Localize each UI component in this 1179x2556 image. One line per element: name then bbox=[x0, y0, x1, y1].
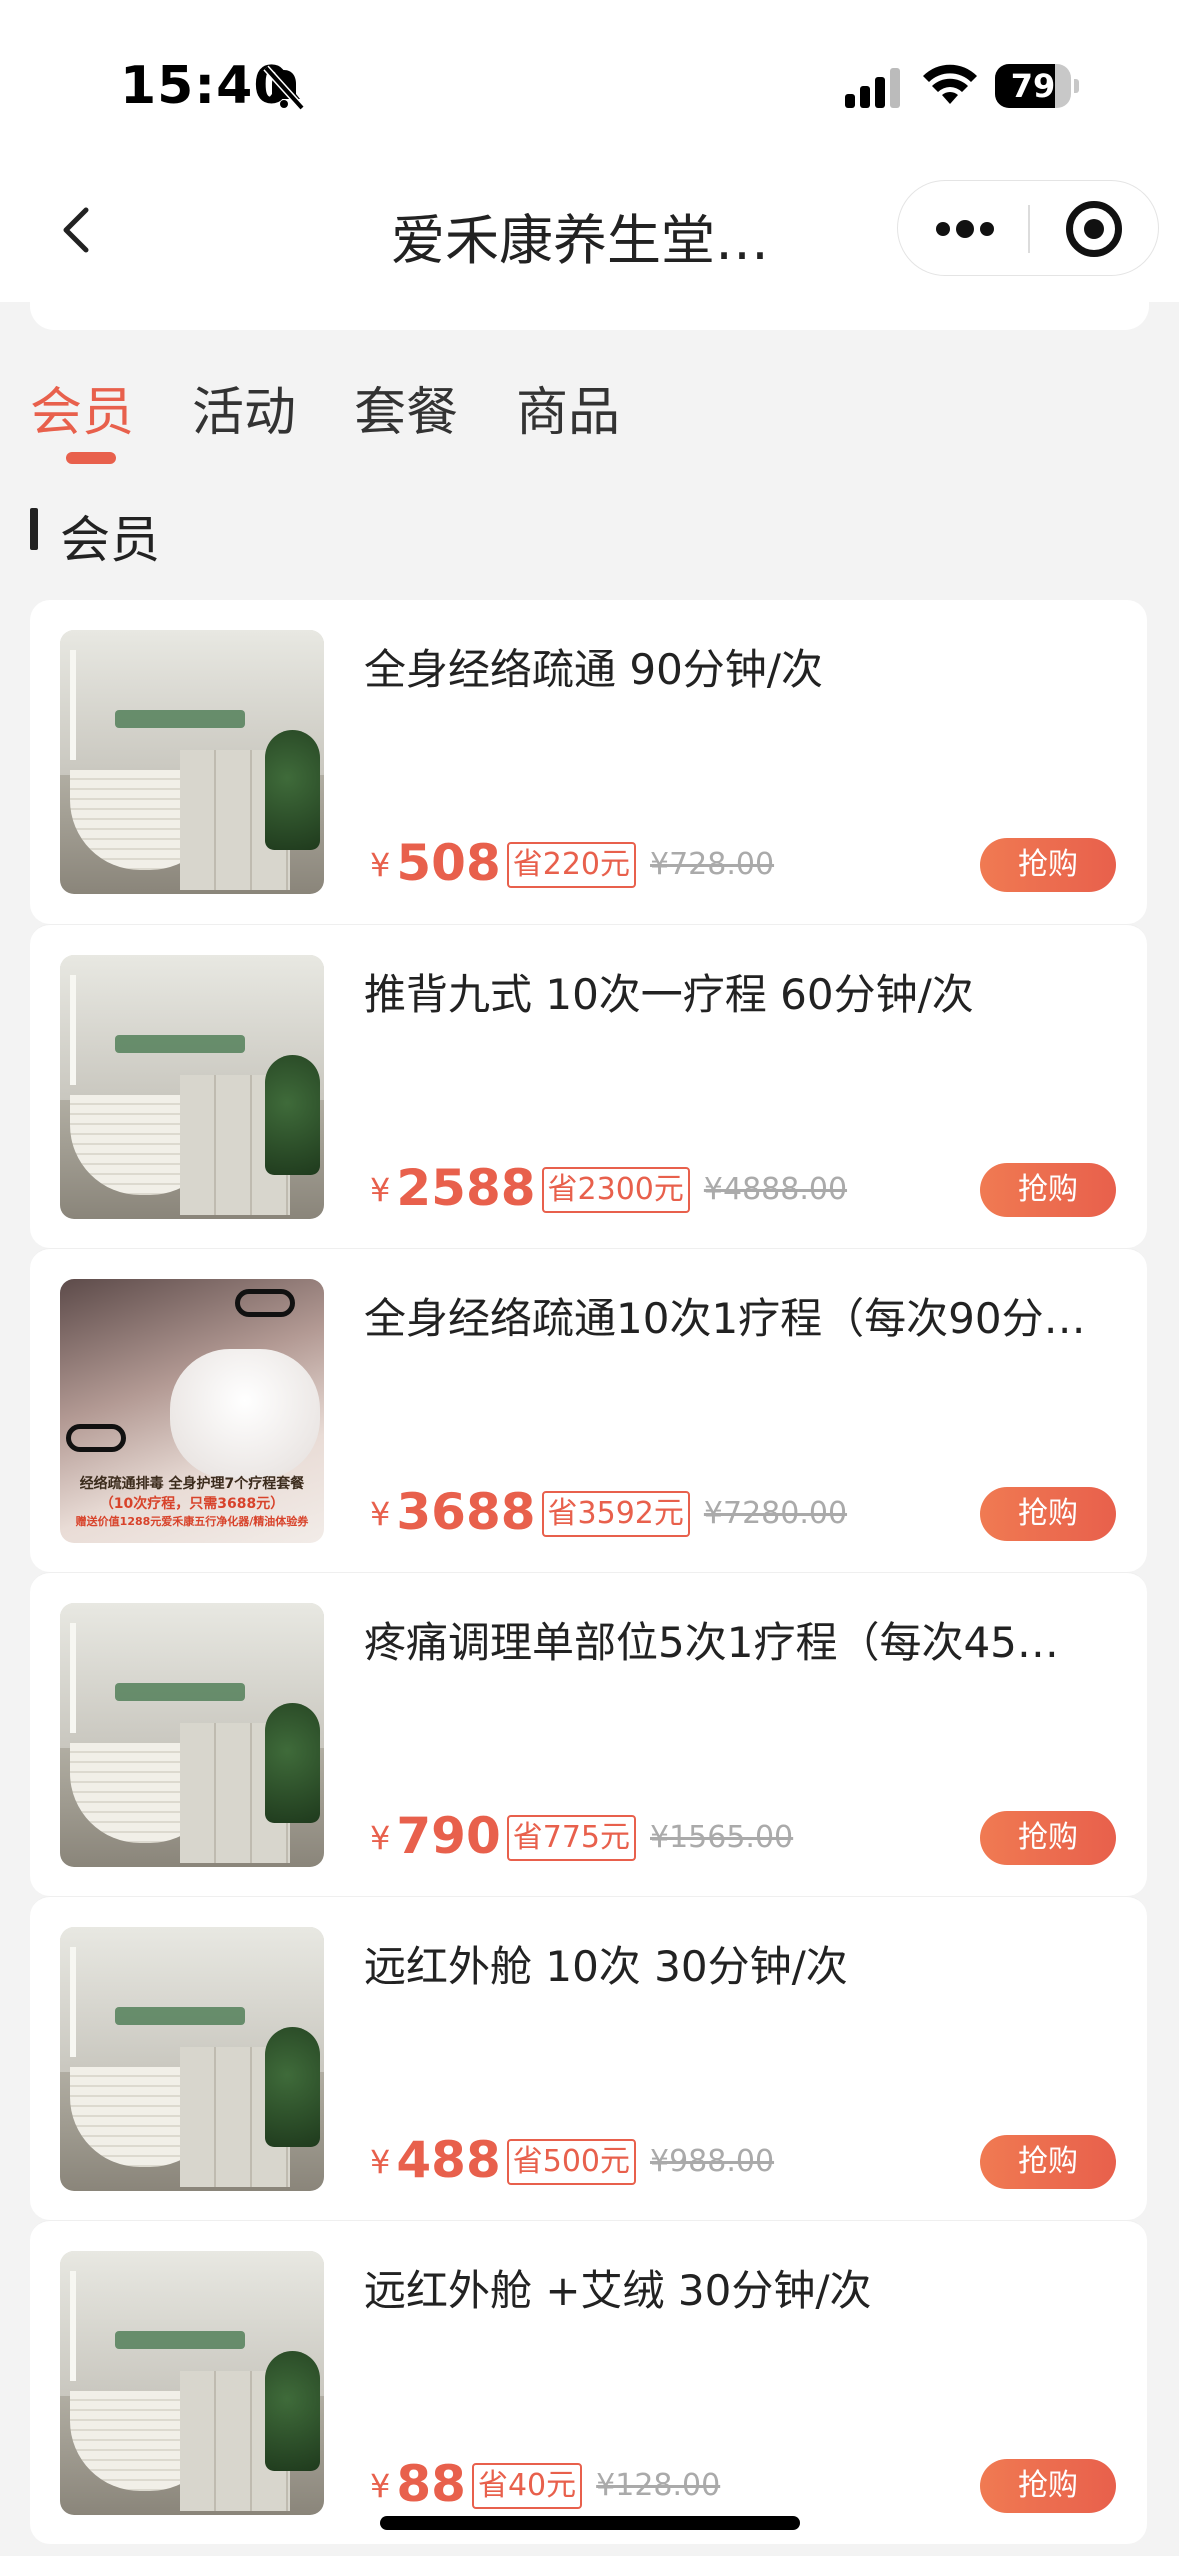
price-row: ¥ 488 省500元 ¥988.00 bbox=[370, 2125, 774, 2185]
home-indicator[interactable] bbox=[380, 2516, 800, 2530]
top-card bbox=[30, 300, 1149, 330]
buy-button[interactable]: 抢购 bbox=[980, 1487, 1116, 1541]
bell-mute-icon bbox=[263, 65, 305, 110]
product-title: 全身经络疏通10次1疗程（每次90分… bbox=[364, 1294, 1086, 1343]
product-list: 全身经络疏通 90分钟/次 ¥ 508 省220元 ¥728.00 抢购 推背九… bbox=[30, 600, 1147, 2544]
original-price: ¥7280.00 bbox=[703, 1496, 848, 1531]
category-tabs: 会员 活动 套餐 商品 bbox=[0, 370, 1179, 480]
price-row: ¥ 3688 省3592元 ¥7280.00 bbox=[370, 1477, 847, 1537]
currency-symbol: ¥ bbox=[370, 1171, 391, 1209]
sale-price: 88 bbox=[396, 2455, 466, 2513]
savings-badge: 省775元 bbox=[506, 1815, 636, 1861]
currency-symbol: ¥ bbox=[370, 2143, 391, 2181]
original-price: ¥128.00 bbox=[596, 2468, 721, 2503]
currency-symbol: ¥ bbox=[370, 846, 391, 884]
nav-bar: 爱禾康养生堂… bbox=[0, 160, 1179, 302]
currency-symbol: ¥ bbox=[370, 2467, 391, 2505]
status-bar: 15:40 79 bbox=[0, 0, 1179, 160]
product-title: 远红外舱 10次 30分钟/次 bbox=[364, 1942, 848, 1991]
buy-button[interactable]: 抢购 bbox=[980, 1163, 1116, 1217]
cellular-signal-icon bbox=[845, 68, 900, 108]
close-mini-program-button[interactable] bbox=[1029, 181, 1159, 277]
product-card[interactable]: 疼痛调理单部位5次1疗程（每次45… ¥ 790 省775元 ¥1565.00 … bbox=[30, 1572, 1147, 1896]
tab-package[interactable]: 套餐 bbox=[354, 370, 458, 460]
promo-caption: 经络疏通排毒 全身护理7个疗程套餐 （10次疗程，只需3688元） 赠送价值12… bbox=[75, 1476, 309, 1528]
page-title: 爱禾康养生堂… bbox=[391, 209, 769, 272]
battery-level: 79 bbox=[1010, 67, 1056, 105]
sale-price: 488 bbox=[396, 2131, 501, 2189]
tab-goods[interactable]: 商品 bbox=[516, 370, 620, 460]
product-card[interactable]: 全身经络疏通 90分钟/次 ¥ 508 省220元 ¥728.00 抢购 bbox=[30, 600, 1147, 924]
product-image bbox=[60, 1603, 324, 1867]
section-title: 会员 bbox=[60, 511, 160, 569]
original-price: ¥728.00 bbox=[650, 847, 775, 882]
price-row: ¥ 790 省775元 ¥1565.00 bbox=[370, 1801, 793, 1861]
product-title: 推背九式 10次一疗程 60分钟/次 bbox=[364, 970, 974, 1019]
price-row: ¥ 88 省40元 ¥128.00 bbox=[370, 2449, 720, 2509]
battery-indicator: 79 bbox=[995, 64, 1079, 108]
sale-price: 2588 bbox=[396, 1159, 536, 1217]
product-title: 疼痛调理单部位5次1疗程（每次45… bbox=[364, 1618, 1059, 1667]
product-image bbox=[60, 630, 324, 894]
buy-button[interactable]: 抢购 bbox=[980, 2459, 1116, 2513]
savings-badge: 省500元 bbox=[506, 2139, 636, 2185]
product-title: 远红外舱 +艾绒 30分钟/次 bbox=[364, 2266, 872, 2315]
product-card[interactable]: 远红外舱 10次 30分钟/次 ¥ 488 省500元 ¥988.00 抢购 bbox=[30, 1896, 1147, 2220]
buy-button[interactable]: 抢购 bbox=[980, 1811, 1116, 1865]
original-price: ¥1565.00 bbox=[650, 1820, 794, 1855]
wifi-icon bbox=[923, 64, 977, 104]
mini-program-capsule bbox=[897, 180, 1159, 276]
currency-symbol: ¥ bbox=[370, 1495, 391, 1533]
product-image bbox=[60, 1927, 324, 2191]
savings-badge: 省3592元 bbox=[541, 1491, 690, 1537]
active-tab-indicator bbox=[66, 452, 116, 464]
original-price: ¥988.00 bbox=[650, 2144, 775, 2179]
savings-badge: 省220元 bbox=[506, 842, 636, 888]
tab-member[interactable]: 会员 bbox=[30, 370, 134, 460]
product-card[interactable]: 推背九式 10次一疗程 60分钟/次 ¥ 2588 省2300元 ¥4888.0… bbox=[30, 924, 1147, 1248]
product-title: 全身经络疏通 90分钟/次 bbox=[364, 645, 823, 694]
more-button[interactable] bbox=[898, 181, 1028, 277]
product-card[interactable]: 经络疏通排毒 全身护理7个疗程套餐 （10次疗程，只需3688元） 赠送价值12… bbox=[30, 1248, 1147, 1572]
product-image: 经络疏通排毒 全身护理7个疗程套餐 （10次疗程，只需3688元） 赠送价值12… bbox=[60, 1279, 324, 1543]
buy-button[interactable]: 抢购 bbox=[980, 838, 1116, 892]
buy-button[interactable]: 抢购 bbox=[980, 2135, 1116, 2189]
sale-price: 790 bbox=[396, 1807, 501, 1865]
section-marker bbox=[30, 508, 38, 550]
back-button[interactable] bbox=[48, 200, 108, 260]
product-card[interactable]: 远红外舱 +艾绒 30分钟/次 ¥ 88 省40元 ¥128.00 抢购 bbox=[30, 2220, 1147, 2544]
savings-badge: 省40元 bbox=[471, 2463, 583, 2509]
product-image bbox=[60, 2251, 324, 2515]
original-price: ¥4888.00 bbox=[703, 1172, 848, 1207]
price-row: ¥ 2588 省2300元 ¥4888.00 bbox=[370, 1153, 847, 1213]
currency-symbol: ¥ bbox=[370, 1819, 391, 1857]
product-image bbox=[60, 955, 324, 1219]
sale-price: 508 bbox=[396, 834, 501, 892]
sale-price: 3688 bbox=[396, 1483, 536, 1541]
tab-activity[interactable]: 活动 bbox=[192, 370, 296, 460]
savings-badge: 省2300元 bbox=[541, 1167, 690, 1213]
price-row: ¥ 508 省220元 ¥728.00 bbox=[370, 828, 774, 888]
